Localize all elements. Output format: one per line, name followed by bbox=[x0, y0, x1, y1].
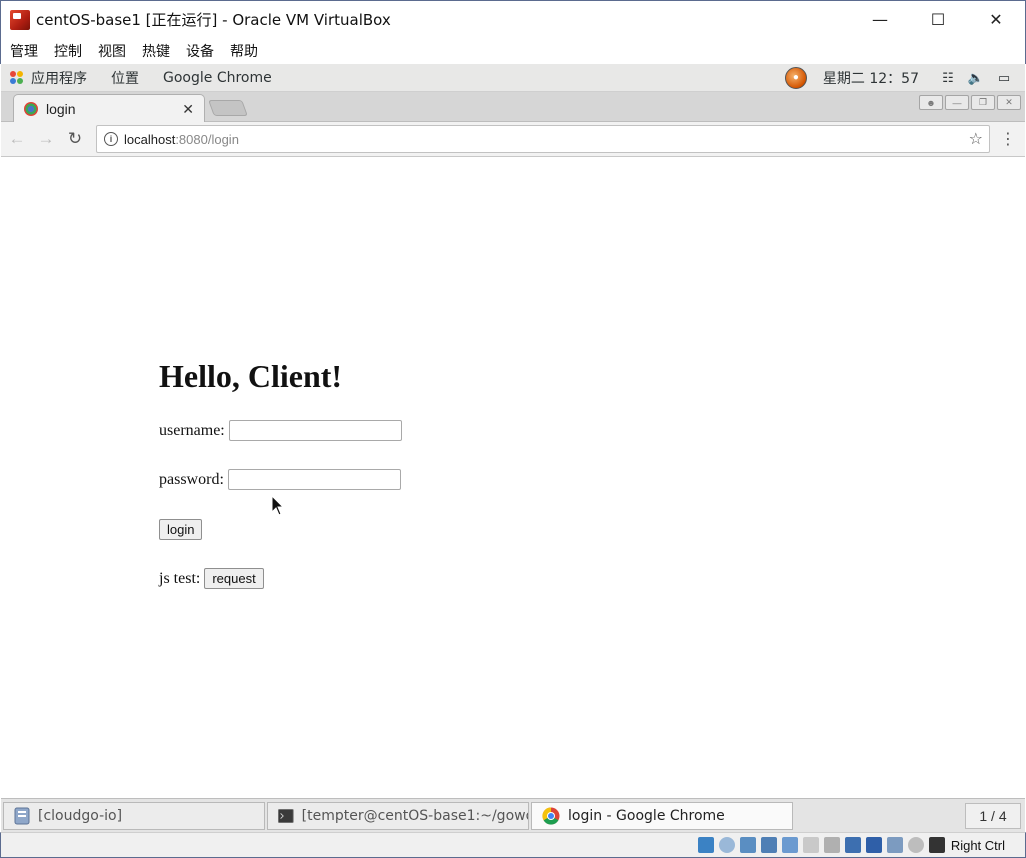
file-manager-icon bbox=[14, 807, 30, 824]
cpu-icon[interactable] bbox=[865, 837, 882, 853]
password-row: password: bbox=[159, 469, 401, 490]
username-label: username: bbox=[159, 421, 225, 439]
task-label: [cloudgo-io] bbox=[38, 807, 123, 824]
close-button[interactable]: ✕ bbox=[967, 1, 1025, 39]
username-input[interactable] bbox=[228, 420, 402, 441]
optical-drive-icon[interactable] bbox=[718, 837, 735, 853]
tab-title: login bbox=[46, 101, 76, 117]
info-icon[interactable]: i bbox=[104, 132, 118, 146]
recording-icon[interactable] bbox=[907, 837, 924, 853]
address-bar[interactable]: i localhost :8080/login ☆ bbox=[96, 125, 990, 153]
mouse-cursor-icon bbox=[271, 495, 285, 516]
menu-control[interactable]: 控制 bbox=[54, 41, 82, 61]
tab-login[interactable]: login ✕ bbox=[13, 94, 205, 123]
vbox-status-bar: Right Ctrl bbox=[0, 832, 1026, 858]
video-capture-icon[interactable] bbox=[823, 837, 840, 853]
chrome-menu-icon[interactable]: ⋮ bbox=[1000, 129, 1016, 149]
back-arrow-icon[interactable]: ← bbox=[4, 126, 30, 152]
login-row: login bbox=[159, 519, 203, 540]
new-tab-button[interactable] bbox=[208, 100, 248, 116]
maximize-button[interactable]: ☐ bbox=[909, 1, 967, 39]
menu-view[interactable]: 视图 bbox=[98, 41, 126, 61]
applications-menu[interactable]: 应用程序 bbox=[31, 68, 87, 88]
workspace-indicator[interactable]: 1 / 4 bbox=[965, 802, 1021, 829]
task-chrome[interactable]: login - Google Chrome bbox=[531, 801, 793, 830]
window-title: centOS-base1 [正在运行] - Oracle VM VirtualB… bbox=[36, 11, 391, 29]
task-label: [tempter@centOS-base1:~/gowork… bbox=[301, 807, 528, 824]
minimize-button[interactable]: — bbox=[851, 1, 909, 39]
menu-manage[interactable]: 管理 bbox=[10, 41, 38, 61]
gnome-taskbar: [cloudgo-io] [tempter@centOS-base1:~/gow… bbox=[1, 798, 1025, 832]
task-label: login - Google Chrome bbox=[568, 807, 725, 824]
places-menu[interactable]: 位置 bbox=[111, 68, 139, 88]
password-input[interactable] bbox=[227, 469, 401, 490]
chrome-tab-strip: login ✕ ☻ — ❐ ✕ bbox=[1, 92, 1025, 123]
chrome-icon bbox=[542, 806, 560, 825]
vbox-menu-bar: 管理 控制 视图 热键 设备 帮助 bbox=[0, 38, 1026, 64]
url-path: :8080/login bbox=[175, 131, 239, 147]
js-test-label: js test: bbox=[159, 569, 201, 587]
bookmark-star-icon[interactable]: ☆ bbox=[969, 129, 983, 149]
menu-help[interactable]: 帮助 bbox=[230, 41, 258, 61]
task-cloudgo-io[interactable]: [cloudgo-io] bbox=[3, 801, 265, 830]
usb-icon[interactable] bbox=[739, 837, 756, 853]
password-label: password: bbox=[159, 470, 224, 488]
panel-clock[interactable]: 星期二 12：57 bbox=[823, 68, 919, 88]
reload-icon[interactable]: ↻ bbox=[62, 126, 88, 152]
shared-folders-icon[interactable] bbox=[781, 837, 798, 853]
task-terminal[interactable]: [tempter@centOS-base1:~/gowork… bbox=[267, 801, 529, 830]
vbox-title-bar: centOS-base1 [正在运行] - Oracle VM VirtualB… bbox=[0, 0, 1026, 38]
gnome-top-panel: 应用程序 位置 Google Chrome ● 星期二 12：57 ☷ 🔈 ▭ bbox=[1, 64, 1025, 92]
network-icon[interactable]: ☷ bbox=[941, 70, 955, 85]
virtualbox-icon bbox=[10, 9, 30, 30]
js-test-row: js test: request bbox=[159, 568, 264, 589]
page-heading: Hello, Client! bbox=[159, 358, 343, 394]
tab-close-icon[interactable]: ✕ bbox=[182, 101, 194, 118]
chrome-close-button[interactable]: ✕ bbox=[997, 95, 1021, 110]
chrome-favicon-icon bbox=[24, 102, 38, 116]
chrome-restore-button[interactable]: ❐ bbox=[971, 95, 995, 110]
hard-disk-icon[interactable] bbox=[697, 837, 714, 853]
chrome-minimize-button[interactable]: — bbox=[945, 95, 969, 110]
terminal-icon bbox=[278, 808, 294, 823]
host-key-label: Right Ctrl bbox=[950, 837, 1005, 853]
user-avatar-icon[interactable]: ● bbox=[784, 66, 807, 89]
volume-icon[interactable]: 🔈 bbox=[968, 70, 984, 85]
page-content: Hello, Client! username: password: login… bbox=[1, 158, 1025, 798]
applications-icon bbox=[10, 70, 24, 85]
forward-arrow-icon[interactable]: → bbox=[33, 126, 59, 152]
menu-devices[interactable]: 设备 bbox=[186, 41, 214, 61]
username-row: username: bbox=[159, 420, 402, 441]
active-app-menu[interactable]: Google Chrome bbox=[163, 70, 272, 86]
host-key-icon[interactable] bbox=[928, 837, 945, 853]
network-adapter-icon[interactable] bbox=[760, 837, 777, 853]
chrome-toolbar: ← → ↻ i localhost :8080/login ☆ ⋮ bbox=[1, 122, 1025, 157]
battery-icon[interactable]: ▭ bbox=[997, 70, 1011, 85]
keyboard-icon[interactable] bbox=[886, 837, 903, 853]
chrome-profile-icon[interactable]: ☻ bbox=[919, 95, 943, 110]
mouse-integration-icon[interactable] bbox=[844, 837, 861, 853]
url-host: localhost bbox=[124, 131, 176, 147]
request-button[interactable]: request bbox=[204, 568, 264, 589]
display-icon[interactable] bbox=[802, 837, 819, 853]
menu-hotkeys[interactable]: 热键 bbox=[142, 41, 170, 61]
login-button[interactable]: login bbox=[159, 519, 203, 540]
